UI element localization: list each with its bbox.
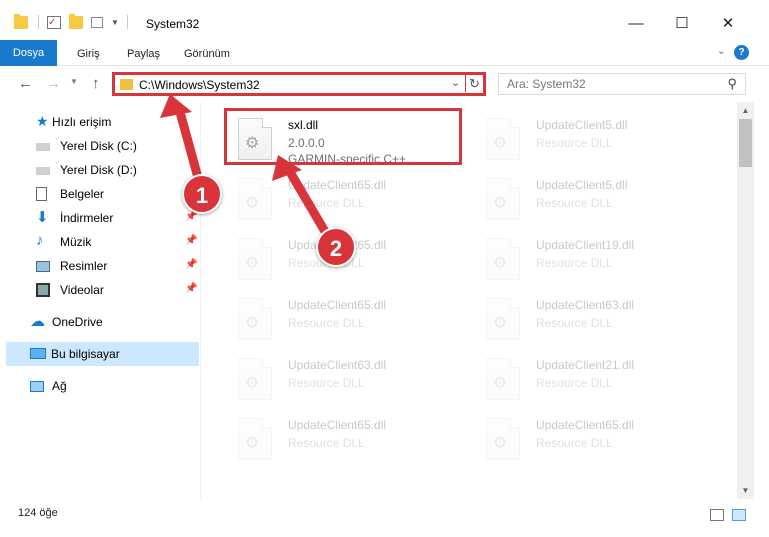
annotation-arrows	[160, 94, 335, 245]
step-1-badge: 1	[182, 174, 222, 214]
arrow-to-address-bar	[160, 94, 205, 190]
step-2-badge: 2	[316, 227, 356, 267]
arrow-to-file	[272, 155, 335, 245]
